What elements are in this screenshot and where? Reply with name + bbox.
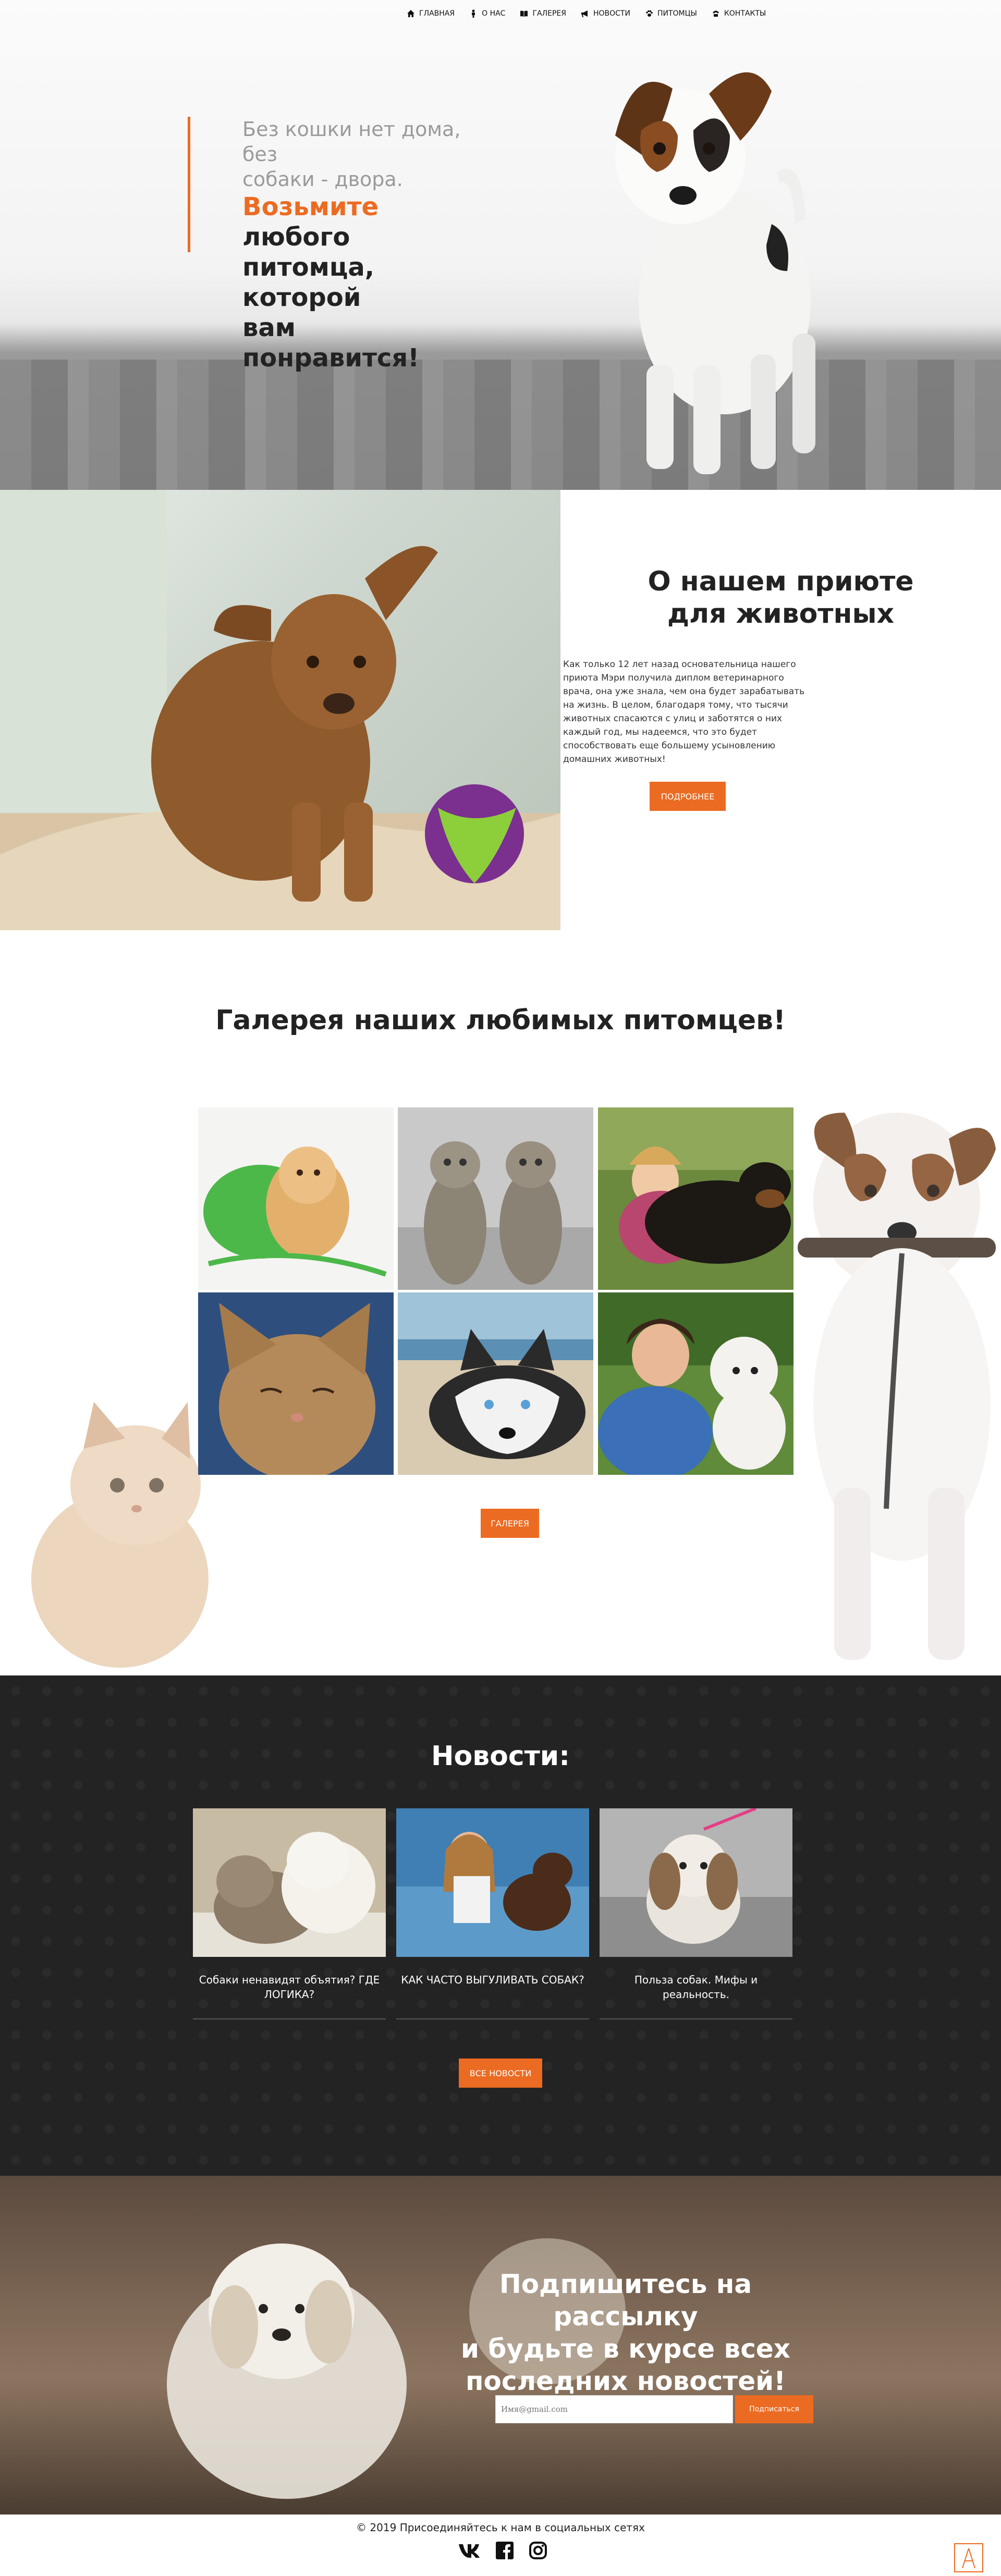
gallery-tile-puppy-basket[interactable] (198, 1107, 394, 1290)
hero-line-2: собаки - двора. (242, 168, 403, 191)
phone-icon (712, 10, 719, 17)
footer-copyright: © 2019 Присоединяйтесь к нам в социальны… (356, 2521, 645, 2534)
news-title: Новости: (431, 1741, 570, 1772)
subscribe-title-line-3: последних новостей! (466, 2366, 786, 2396)
woman-poodle-image (598, 1292, 794, 1475)
girl-dog-image (598, 1107, 794, 1290)
kittens-image (398, 1107, 593, 1290)
hero-section: Без кошки нет дома, без собаки - двора. … (0, 0, 1001, 490)
news-card[interactable]: Польза собак. Мифы и реальность. (600, 1808, 792, 2019)
subscribe-title-line-1: Подпишитесь на рассылку (499, 2269, 752, 2332)
nav-item-pets[interactable]: Питомцы (645, 9, 697, 18)
gallery-tile-sleepy-kitten[interactable] (198, 1292, 394, 1475)
hero-line-4: питомца, которой (242, 253, 375, 312)
news-image (600, 1808, 792, 1957)
nav-item-label: Питомцы (657, 9, 697, 18)
subscribe-title: Подпишитесь на рассылку и будьте в курсе… (438, 2268, 813, 2397)
news-item-title[interactable]: Польза собак. Мифы и реальность. (600, 1973, 792, 2018)
gallery-tile-husky[interactable] (398, 1292, 593, 1475)
hero-line-5: вам понравится! (242, 313, 420, 373)
news-item-title[interactable]: КАК ЧАСТО ВЫГУЛИВАТЬ СОБАК? (396, 1973, 589, 2018)
facebook-icon[interactable] (495, 2541, 514, 2560)
about-dog-illustration (0, 490, 560, 930)
all-news-button[interactable]: Все новости (459, 2059, 542, 2088)
news-image (193, 1808, 386, 1957)
hero-highlight: Возьмите (242, 192, 379, 221)
news-divider (396, 2018, 589, 2019)
scroll-top-button[interactable] (954, 2543, 983, 2572)
about-dog-image (0, 490, 560, 930)
gallery-leash-dog-decoration (798, 1113, 996, 1660)
puppy-basket-image (198, 1107, 394, 1290)
news-image (396, 1808, 589, 1957)
shih-tzu-image (600, 1808, 792, 1957)
hero-puppy-image (615, 72, 815, 474)
husky-image (398, 1292, 593, 1475)
subscribe-title-line-2: и будьте в курсе всех (460, 2334, 790, 2364)
megaphone-icon (581, 10, 588, 17)
subscribe-button[interactable]: Подписаться (735, 2395, 813, 2423)
more-button[interactable]: Подробнее (650, 782, 726, 811)
hero-slogan: Без кошки нет дома, без собаки - двора. … (188, 117, 480, 373)
nav-item-label: Главная (419, 9, 455, 18)
home-icon (407, 10, 414, 17)
hero-line-3-rest: любого (242, 223, 350, 252)
about-text: Как только 12 лет назад основательница н… (563, 659, 805, 765)
gallery-tile-woman-poodle[interactable] (598, 1292, 794, 1475)
news-divider (600, 2018, 792, 2019)
gallery-button[interactable]: Галерея (481, 1509, 539, 1538)
nav-item-label: Галерея (532, 9, 566, 18)
nav-item-label: О нас (482, 9, 506, 18)
news-divider (193, 2018, 386, 2019)
paw-icon (646, 10, 653, 17)
book-icon (520, 10, 528, 17)
gallery-kitten-decoration (31, 1402, 209, 1668)
hero-line-3: Возьмите любого (242, 192, 480, 252)
nav-item-home[interactable]: Главная (407, 9, 455, 18)
gallery-title: Галерея наших любимых питомцев! (215, 1005, 786, 1036)
hero-line-1: Без кошки нет дома, без (242, 118, 461, 166)
main-nav: Главная О нас Галерея Новости Питомцы Ко… (407, 4, 824, 23)
girl-dog-beach-image (396, 1808, 589, 1957)
social-links (458, 2541, 547, 2560)
vk-icon[interactable] (458, 2541, 481, 2560)
arrow-up-icon (962, 2548, 975, 2569)
nav-item-about[interactable]: О нас (469, 9, 505, 18)
about-title-line-2: для животных (667, 598, 895, 630)
kitten-puppy-image (193, 1808, 386, 1957)
nav-item-news[interactable]: Новости (581, 9, 630, 18)
news-card[interactable]: Собаки ненавидят объятия? ГДЕ ЛОГИКА? (193, 1808, 386, 2019)
gallery-tile-girl-dog[interactable] (598, 1107, 794, 1290)
about-title: О нашем приюте для животных (560, 565, 1001, 630)
nav-item-contacts[interactable]: Контакты (712, 9, 766, 18)
nav-item-label: Новости (593, 9, 630, 18)
email-input[interactable] (495, 2395, 733, 2423)
instagram-icon[interactable] (529, 2541, 547, 2560)
nav-item-gallery[interactable]: Галерея (520, 9, 566, 18)
news-card[interactable]: КАК ЧАСТО ВЫГУЛИВАТЬ СОБАК? (396, 1808, 589, 2019)
news-item-title[interactable]: Собаки ненавидят объятия? ГДЕ ЛОГИКА? (193, 1973, 386, 2018)
person-icon (472, 9, 475, 18)
nav-item-label: Контакты (724, 9, 766, 18)
gallery-tile-kittens[interactable] (398, 1107, 593, 1290)
about-title-line-1: О нашем приюте (648, 566, 914, 597)
sleepy-kitten-image (198, 1292, 394, 1475)
